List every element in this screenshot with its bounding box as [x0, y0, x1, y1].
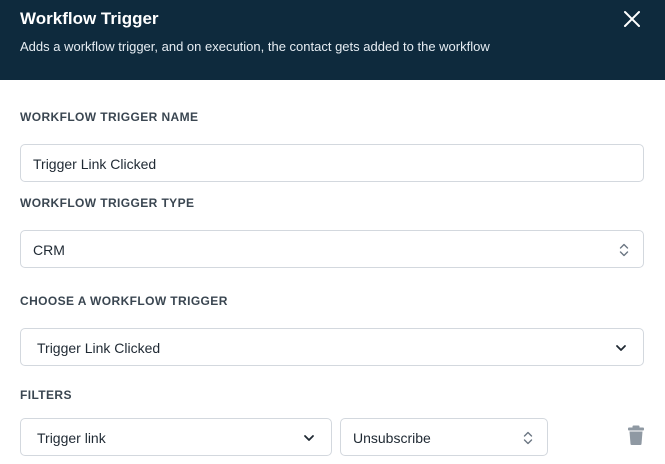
updown-chevron-icon — [523, 431, 533, 445]
trigger-name-label: WORKFLOW TRIGGER NAME — [20, 110, 199, 124]
close-icon — [624, 11, 640, 27]
trigger-type-label: WORKFLOW TRIGGER TYPE — [20, 196, 195, 210]
chevron-down-icon — [616, 345, 626, 351]
panel-header: Workflow Trigger Adds a workflow trigger… — [0, 0, 665, 80]
trigger-type-value: CRM — [33, 242, 65, 258]
close-button[interactable] — [620, 7, 644, 31]
trigger-name-value: Trigger Link Clicked — [33, 156, 157, 172]
filter-field-dropdown[interactable]: Trigger link — [20, 418, 332, 456]
trash-icon — [628, 425, 644, 445]
trigger-name-input[interactable]: Trigger Link Clicked — [20, 144, 644, 182]
filter-field-value: Trigger link — [37, 430, 106, 446]
filters-label: FILTERS — [20, 388, 72, 402]
workflow-trigger-panel: Workflow Trigger Adds a workflow trigger… — [0, 0, 665, 464]
filter-value: Unsubscribe — [353, 430, 431, 446]
choose-trigger-dropdown[interactable]: Trigger Link Clicked — [20, 328, 644, 366]
filter-value-select[interactable]: Unsubscribe — [340, 418, 548, 456]
panel-title: Workflow Trigger — [20, 9, 159, 28]
updown-chevron-icon — [619, 243, 629, 257]
panel-subtitle: Adds a workflow trigger, and on executio… — [20, 39, 490, 54]
choose-trigger-label: CHOOSE A WORKFLOW TRIGGER — [20, 294, 228, 308]
trigger-type-select[interactable]: CRM — [20, 230, 644, 268]
chevron-down-icon — [304, 435, 314, 441]
delete-filter-button[interactable] — [627, 425, 645, 445]
choose-trigger-value: Trigger Link Clicked — [37, 340, 161, 356]
